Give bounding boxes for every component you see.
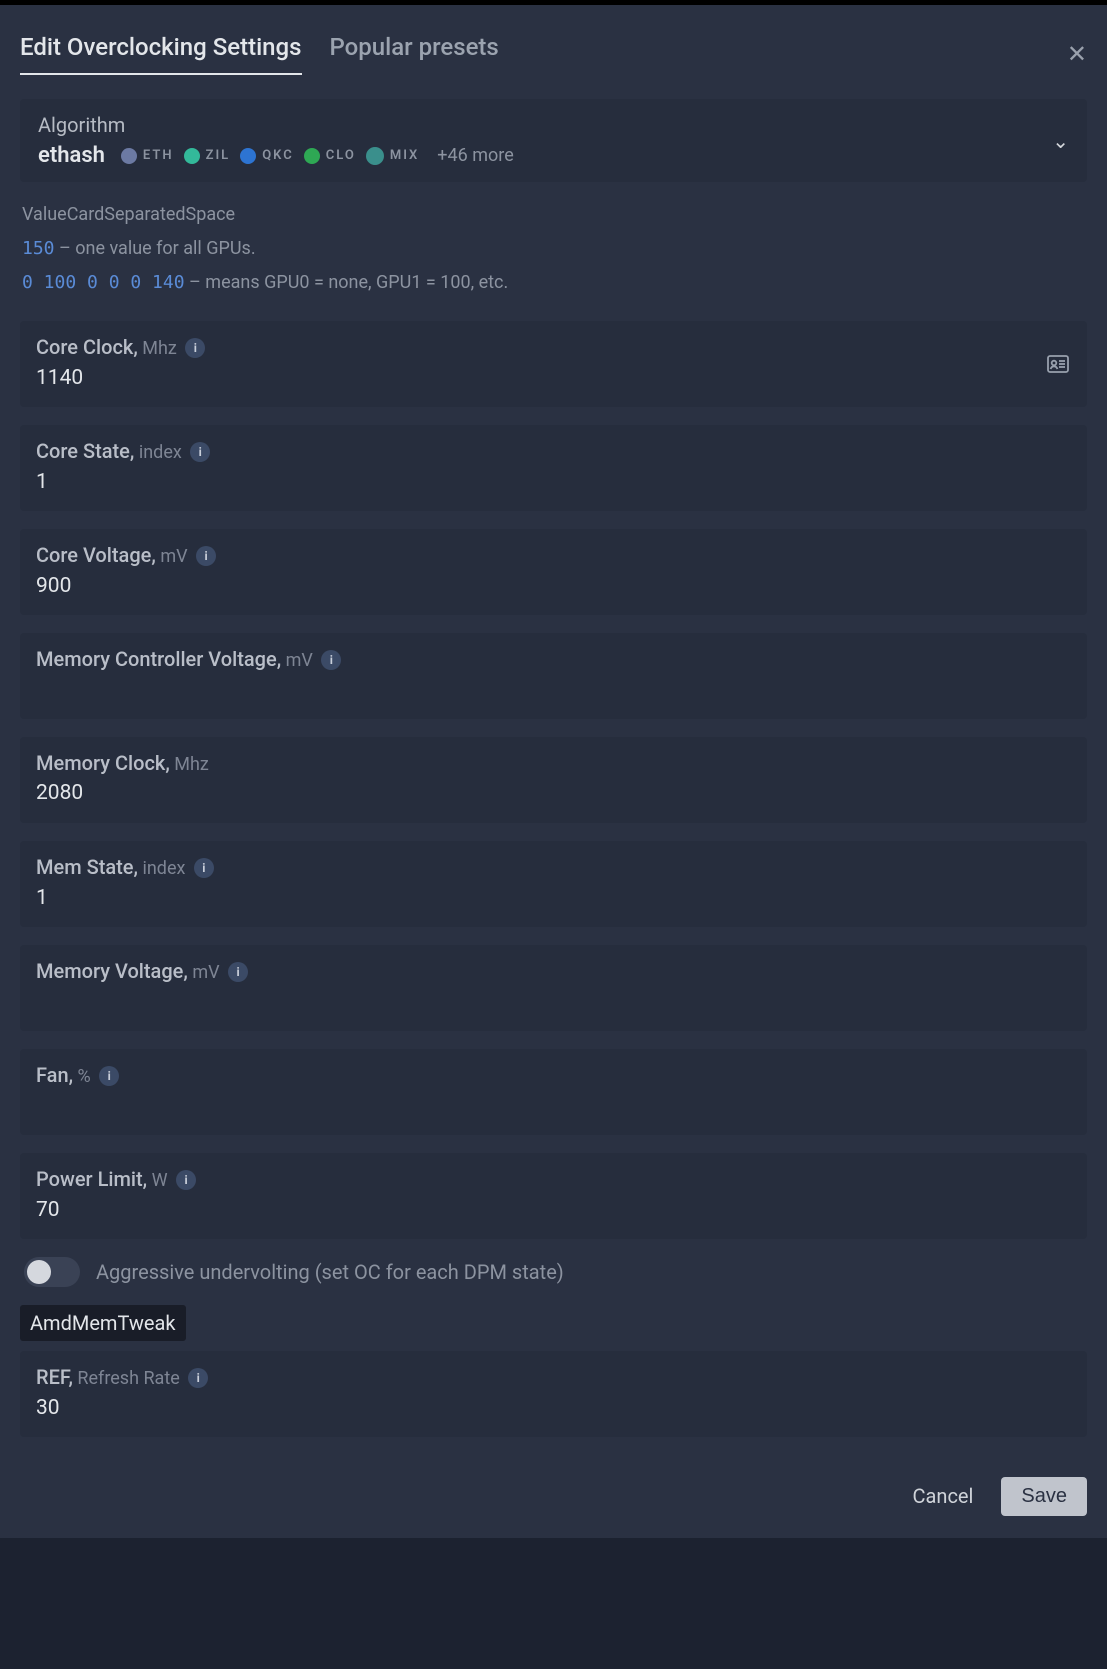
help-example-1-text: – one value for all GPUs. (55, 238, 256, 259)
save-button[interactable]: Save (1001, 1477, 1087, 1516)
core-voltage-field[interactable]: Core Voltage, mV i 900 (20, 529, 1087, 615)
qkc-icon (240, 148, 256, 164)
ref-label: REF, (36, 1365, 73, 1389)
memory-clock-value: 2080 (36, 781, 1071, 805)
info-icon[interactable]: i (194, 858, 214, 878)
coin-zil-label: ZIL (206, 148, 231, 163)
memory-voltage-label: Memory Voltage, (36, 959, 188, 983)
info-icon[interactable]: i (196, 546, 216, 566)
ref-unit: Refresh Rate (77, 1368, 179, 1389)
core-clock-field[interactable]: Core Clock, Mhz i 1140 (20, 321, 1087, 407)
power-limit-label: Power Limit, (36, 1167, 147, 1191)
more-coins: +46 more (437, 145, 513, 166)
help-example-2-code: 0 100 0 0 0 140 (22, 272, 185, 293)
core-voltage-value: 900 (36, 574, 1071, 598)
mcv-unit: mV (286, 650, 313, 671)
memory-clock-unit: Mhz (174, 754, 209, 775)
coin-qkc: QKC (240, 148, 294, 164)
algorithm-label: Algorithm (38, 113, 1069, 137)
core-state-field[interactable]: Core State, index i 1 (20, 425, 1087, 511)
help-example-2-text: – means GPU0 = none, GPU1 = 100, etc. (185, 272, 509, 293)
memory-controller-voltage-field[interactable]: Memory Controller Voltage, mV i (20, 633, 1087, 719)
info-icon[interactable]: i (321, 650, 341, 670)
info-icon[interactable]: i (190, 442, 210, 462)
coin-zil: ZIL (184, 148, 231, 164)
coin-mix: MIX (366, 147, 419, 165)
mem-state-value: 1 (36, 886, 1071, 910)
help-text: ValueCardSeparatedSpace 150 – one value … (22, 198, 1087, 301)
info-icon[interactable]: i (185, 338, 205, 358)
aggressive-undervolting-label: Aggressive undervolting (set OC for each… (96, 1260, 564, 1284)
algorithm-select[interactable]: Algorithm ethash ETH ZIL QKC CLO MIX +46… (20, 99, 1087, 182)
power-limit-value: 70 (36, 1198, 1071, 1222)
overclocking-modal: Edit Overclocking Settings Popular prese… (0, 5, 1107, 1538)
core-clock-unit: Mhz (142, 338, 177, 359)
clo-icon (304, 148, 320, 164)
memory-voltage-unit: mV (192, 962, 219, 983)
core-voltage-label: Core Voltage, (36, 543, 156, 567)
coin-qkc-label: QKC (262, 148, 294, 163)
mem-state-label: Mem State, (36, 855, 138, 879)
tab-popular-presets[interactable]: Popular presets (330, 33, 499, 75)
modal-footer: Cancel Save (20, 1455, 1087, 1516)
power-limit-field[interactable]: Power Limit, W i 70 (20, 1153, 1087, 1239)
close-icon[interactable]: ✕ (1067, 42, 1087, 66)
mem-state-unit: index (142, 858, 185, 879)
ref-value: 30 (36, 1396, 1071, 1420)
chevron-down-icon[interactable]: ⌄ (1052, 129, 1069, 153)
core-clock-value: 1140 (36, 366, 1071, 390)
fan-field[interactable]: Fan, % i (20, 1049, 1087, 1135)
info-icon[interactable]: i (176, 1170, 196, 1190)
mcv-label: Memory Controller Voltage, (36, 647, 281, 671)
mem-state-field[interactable]: Mem State, index i 1 (20, 841, 1087, 927)
aggressive-undervolting-toggle[interactable] (24, 1257, 80, 1287)
memory-clock-field[interactable]: Memory Clock, Mhz 2080 (20, 737, 1087, 823)
coin-mix-label: MIX (390, 148, 419, 163)
coin-clo-label: CLO (326, 148, 356, 163)
memory-clock-label: Memory Clock, (36, 751, 170, 775)
mix-icon (366, 147, 384, 165)
tab-edit-overclocking[interactable]: Edit Overclocking Settings (20, 33, 302, 75)
zil-icon (184, 148, 200, 164)
core-state-label: Core State, (36, 439, 134, 463)
info-icon[interactable]: i (99, 1066, 119, 1086)
memory-voltage-field[interactable]: Memory Voltage, mV i (20, 945, 1087, 1031)
coin-eth: ETH (121, 148, 174, 164)
power-limit-unit: W (152, 1170, 168, 1191)
core-state-unit: index (139, 442, 182, 463)
coin-clo: CLO (304, 148, 356, 164)
ref-field[interactable]: REF, Refresh Rate i 30 (20, 1351, 1087, 1437)
algorithm-name: ethash (38, 143, 105, 168)
algorithm-row: ethash ETH ZIL QKC CLO MIX +46 more (38, 143, 1069, 168)
eth-icon (121, 148, 137, 164)
info-icon[interactable]: i (188, 1368, 208, 1388)
info-icon[interactable]: i (228, 962, 248, 982)
contact-card-icon[interactable] (1047, 355, 1069, 373)
cancel-button[interactable]: Cancel (913, 1484, 974, 1508)
tabs: Edit Overclocking Settings Popular prese… (20, 33, 499, 75)
coin-eth-label: ETH (143, 148, 174, 163)
core-clock-label: Core Clock, (36, 335, 138, 359)
core-voltage-unit: mV (160, 546, 187, 567)
aggressive-undervolting-row: Aggressive undervolting (set OC for each… (24, 1257, 1087, 1287)
help-title: ValueCardSeparatedSpace (22, 198, 1087, 232)
modal-header: Edit Overclocking Settings Popular prese… (20, 5, 1087, 99)
amdmemtweak-section: AmdMemTweak (20, 1305, 186, 1341)
fan-label: Fan, (36, 1063, 73, 1087)
core-state-value: 1 (36, 470, 1071, 494)
help-example-1-code: 150 (22, 238, 55, 259)
fan-unit: % (78, 1066, 91, 1087)
